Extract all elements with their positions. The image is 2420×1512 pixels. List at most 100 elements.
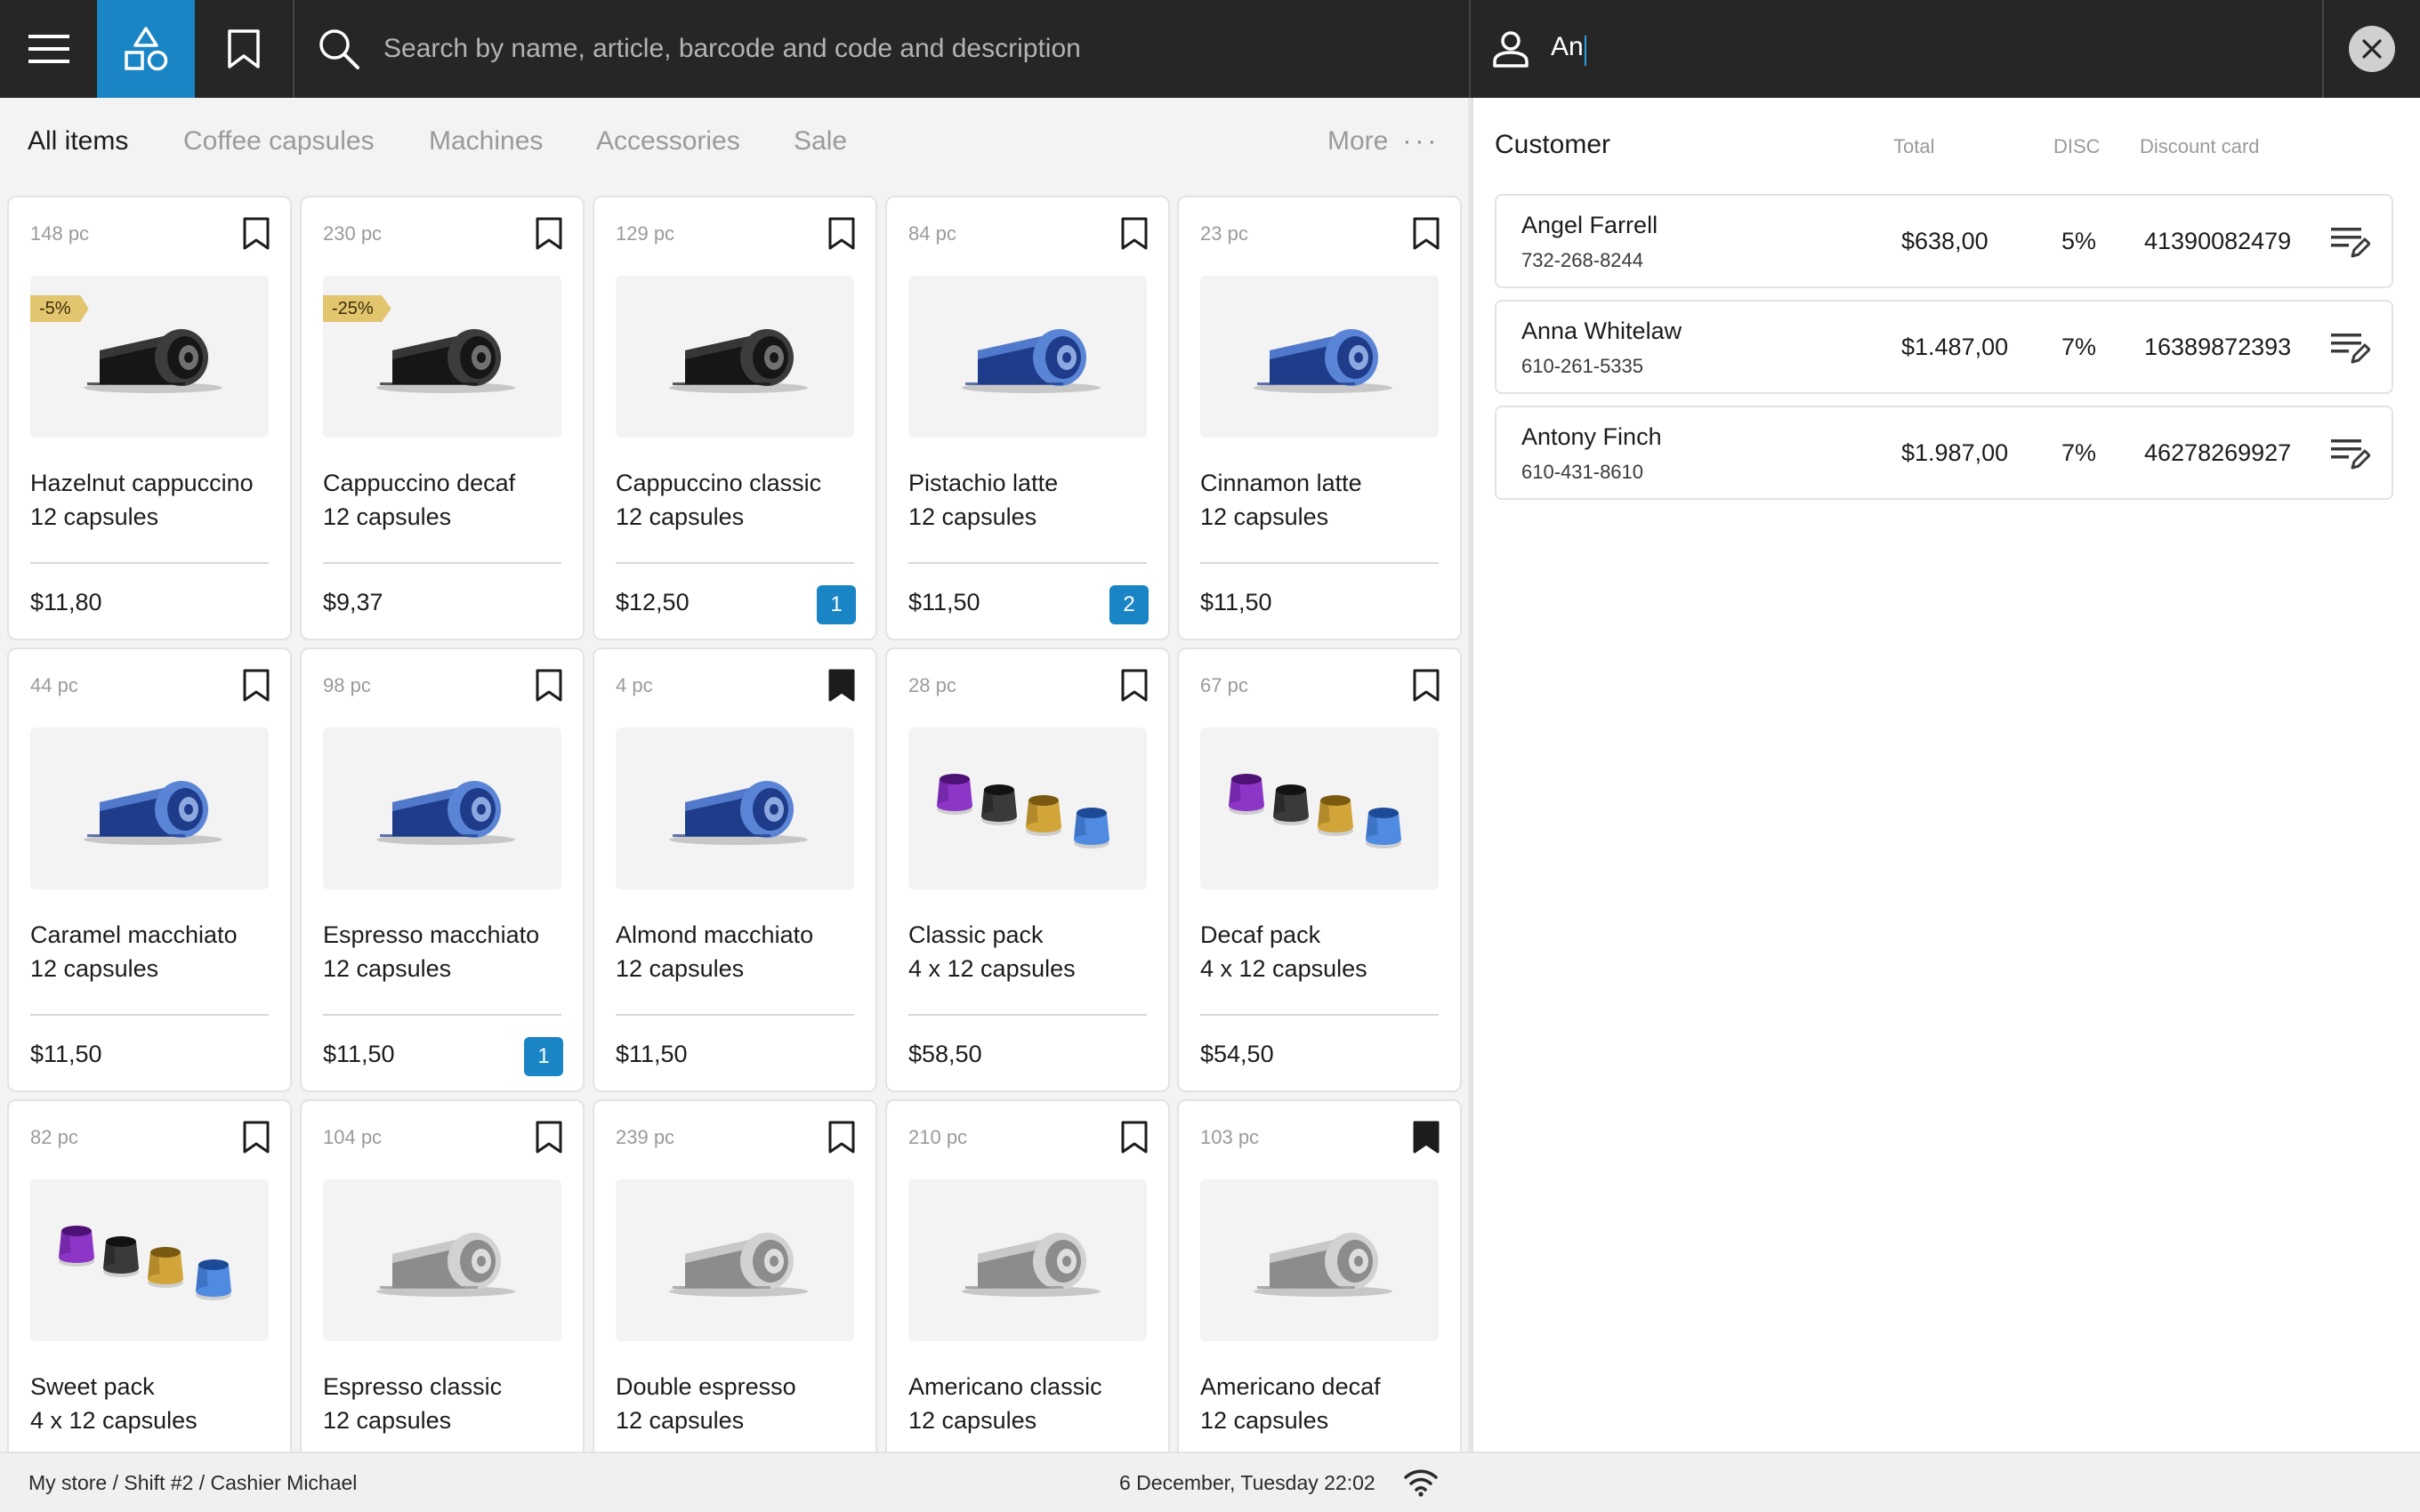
product-title: Cappuccino classic: [616, 470, 822, 496]
customer-row[interactable]: Anna Whitelaw 610-261-5335 $1.487,00 7% …: [1495, 300, 2393, 394]
product-name: Almond macchiato 12 capsules: [616, 918, 865, 985]
product-pack: 12 capsules: [30, 503, 159, 530]
more-dots-icon: ···: [1402, 126, 1440, 156]
product-image: [908, 1179, 1147, 1341]
product-card[interactable]: 148 pc -5% Hazelnut cappuccino 12 capsules…: [7, 196, 292, 640]
customer-search-box[interactable]: An: [1471, 0, 2322, 98]
tab-sale[interactable]: Sale: [794, 126, 847, 157]
discount-tag: -5%: [30, 295, 89, 322]
product-card[interactable]: 67 pc Decaf pack 4 x 12 capsules $54,50: [1177, 647, 1462, 1092]
tab-all-items[interactable]: All items: [28, 126, 128, 157]
product-name: Sweet pack 4 x 12 capsules: [30, 1370, 279, 1437]
discount-tag: -25%: [323, 295, 391, 322]
product-title: Americano decaf: [1200, 1373, 1381, 1400]
edit-list-icon[interactable]: [2329, 328, 2371, 367]
product-card[interactable]: 28 pc Classic pack 4 x 12 capsules $58,50: [885, 647, 1170, 1092]
bookmark-icon[interactable]: [1412, 217, 1440, 251]
search-input[interactable]: [383, 34, 1407, 64]
stock-count: 148 pc: [30, 222, 90, 245]
product-title: Decaf pack: [1200, 921, 1321, 948]
stock-count: 210 pc: [908, 1126, 968, 1148]
customer-row[interactable]: Antony Finch 610-431-8610 $1.987,00 7% 4…: [1495, 406, 2393, 500]
divider: [323, 1014, 561, 1016]
tab-coffee-capsules[interactable]: Coffee capsules: [183, 126, 375, 157]
stock-count: 239 pc: [616, 1126, 675, 1148]
product-title: Hazelnut cappuccino: [30, 470, 254, 496]
product-name: Hazelnut cappuccino 12 capsules: [30, 466, 279, 534]
product-card[interactable]: 210 pc Americano classic 12 capsules: [885, 1099, 1170, 1452]
product-title: Caramel macchiato: [30, 921, 238, 948]
product-name: Cinnamon latte 12 capsules: [1200, 466, 1449, 534]
store-shift-cashier: My store / Shift #2 / Cashier Michael: [28, 1471, 358, 1494]
tab-machines[interactable]: Machines: [429, 126, 543, 157]
close-button[interactable]: [2324, 0, 2420, 98]
bookmark-icon[interactable]: [535, 1121, 563, 1154]
product-image: [323, 1179, 561, 1341]
product-name: Caramel macchiato 12 capsules: [30, 918, 279, 985]
catalog-button[interactable]: [97, 0, 195, 98]
column-header-disc: DISC: [2053, 135, 2101, 157]
product-name: Decaf pack 4 x 12 capsules: [1200, 918, 1449, 985]
search-box[interactable]: [294, 0, 1469, 98]
bookmark-icon[interactable]: [535, 669, 563, 703]
bookmarks-button[interactable]: [195, 0, 293, 98]
product-card[interactable]: 129 pc Cappuccino classic 12 capsules $12,…: [593, 196, 877, 640]
customer-panel: Customer Total DISC Discount card Angel …: [1472, 98, 2420, 1452]
bookmark-icon[interactable]: [242, 669, 270, 703]
bookmark-icon[interactable]: [535, 217, 563, 251]
tab-accessories[interactable]: Accessories: [596, 126, 740, 157]
product-title: Classic pack: [908, 921, 1044, 948]
bookmark-icon[interactable]: [1412, 669, 1440, 703]
bookmark-icon[interactable]: [1120, 217, 1149, 251]
product-card[interactable]: 98 pc Espresso macchiato 12 capsules $11,5…: [300, 647, 585, 1092]
bookmark-icon[interactable]: [242, 217, 270, 251]
product-title: Almond macchiato: [616, 921, 814, 948]
customer-row[interactable]: Angel Farrell 732-268-8244 $638,00 5% 41…: [1495, 194, 2393, 288]
product-card[interactable]: 230 pc -25% Cappuccino decaf 12 capsules $9…: [300, 196, 585, 640]
bookmark-filled-icon[interactable]: [827, 669, 856, 703]
bookmark-icon[interactable]: [827, 1121, 856, 1154]
edit-list-icon[interactable]: [2329, 222, 2371, 261]
product-card[interactable]: 4 pc Almond macchiato 12 capsules $11,50: [593, 647, 877, 1092]
product-card[interactable]: 84 pc Pistachio latte 12 capsules $11,50 2: [885, 196, 1170, 640]
product-name: Double espresso 12 capsules: [616, 1370, 865, 1437]
menu-button[interactable]: [0, 0, 97, 98]
product-name: Espresso macchiato 12 capsules: [323, 918, 572, 985]
customer-search-input[interactable]: An: [1551, 32, 1586, 67]
bookmark-filled-icon[interactable]: [1412, 1121, 1440, 1154]
product-image: [30, 1179, 269, 1341]
product-title: Pistachio latte: [908, 470, 1059, 496]
product-card[interactable]: 239 pc Double espresso 12 capsules: [593, 1099, 877, 1452]
divider: [30, 1014, 269, 1016]
divider: [30, 562, 269, 564]
stock-count: 28 pc: [908, 674, 956, 696]
product-card[interactable]: 82 pc Sweet pack 4 x 12 capsules: [7, 1099, 292, 1452]
stock-count: 104 pc: [323, 1126, 383, 1148]
stock-count: 84 pc: [908, 222, 956, 245]
edit-list-icon[interactable]: [2329, 434, 2371, 473]
bookmark-icon[interactable]: [1120, 669, 1149, 703]
product-price: $11,50: [908, 589, 980, 615]
divider: [323, 562, 561, 564]
product-pack: 12 capsules: [1200, 1407, 1329, 1434]
product-card[interactable]: 23 pc Cinnamon latte 12 capsules $11,50: [1177, 196, 1462, 640]
product-pack: 4 x 12 capsules: [908, 955, 1076, 982]
customer-discount: 7%: [2061, 334, 2097, 360]
product-pack: 12 capsules: [323, 955, 452, 982]
bookmark-icon[interactable]: [827, 217, 856, 251]
bookmark-icon[interactable]: [1120, 1121, 1149, 1154]
bookmark-icon[interactable]: [242, 1121, 270, 1154]
more-tabs-button[interactable]: More ···: [1327, 126, 1440, 157]
status-bar: My store / Shift #2 / Cashier Michael 6 …: [0, 1452, 2420, 1512]
product-title: Double espresso: [616, 1373, 796, 1400]
product-name: Espresso classic 12 capsules: [323, 1370, 572, 1437]
person-icon: [1471, 0, 1551, 98]
customer-phone: 610-431-8610: [1521, 461, 1644, 483]
product-price: $12,50: [616, 589, 690, 615]
product-card[interactable]: 44 pc Caramel macchiato 12 capsules $11,50: [7, 647, 292, 1092]
catalog-area: All items Coffee capsules Machines Acces…: [0, 98, 1468, 1452]
product-card[interactable]: 104 pc Espresso classic 12 capsules: [300, 1099, 585, 1452]
customer-discount: 5%: [2061, 228, 2097, 254]
product-card[interactable]: 103 pc Americano decaf 12 capsules: [1177, 1099, 1462, 1452]
customer-phone: 732-268-8244: [1521, 249, 1644, 271]
